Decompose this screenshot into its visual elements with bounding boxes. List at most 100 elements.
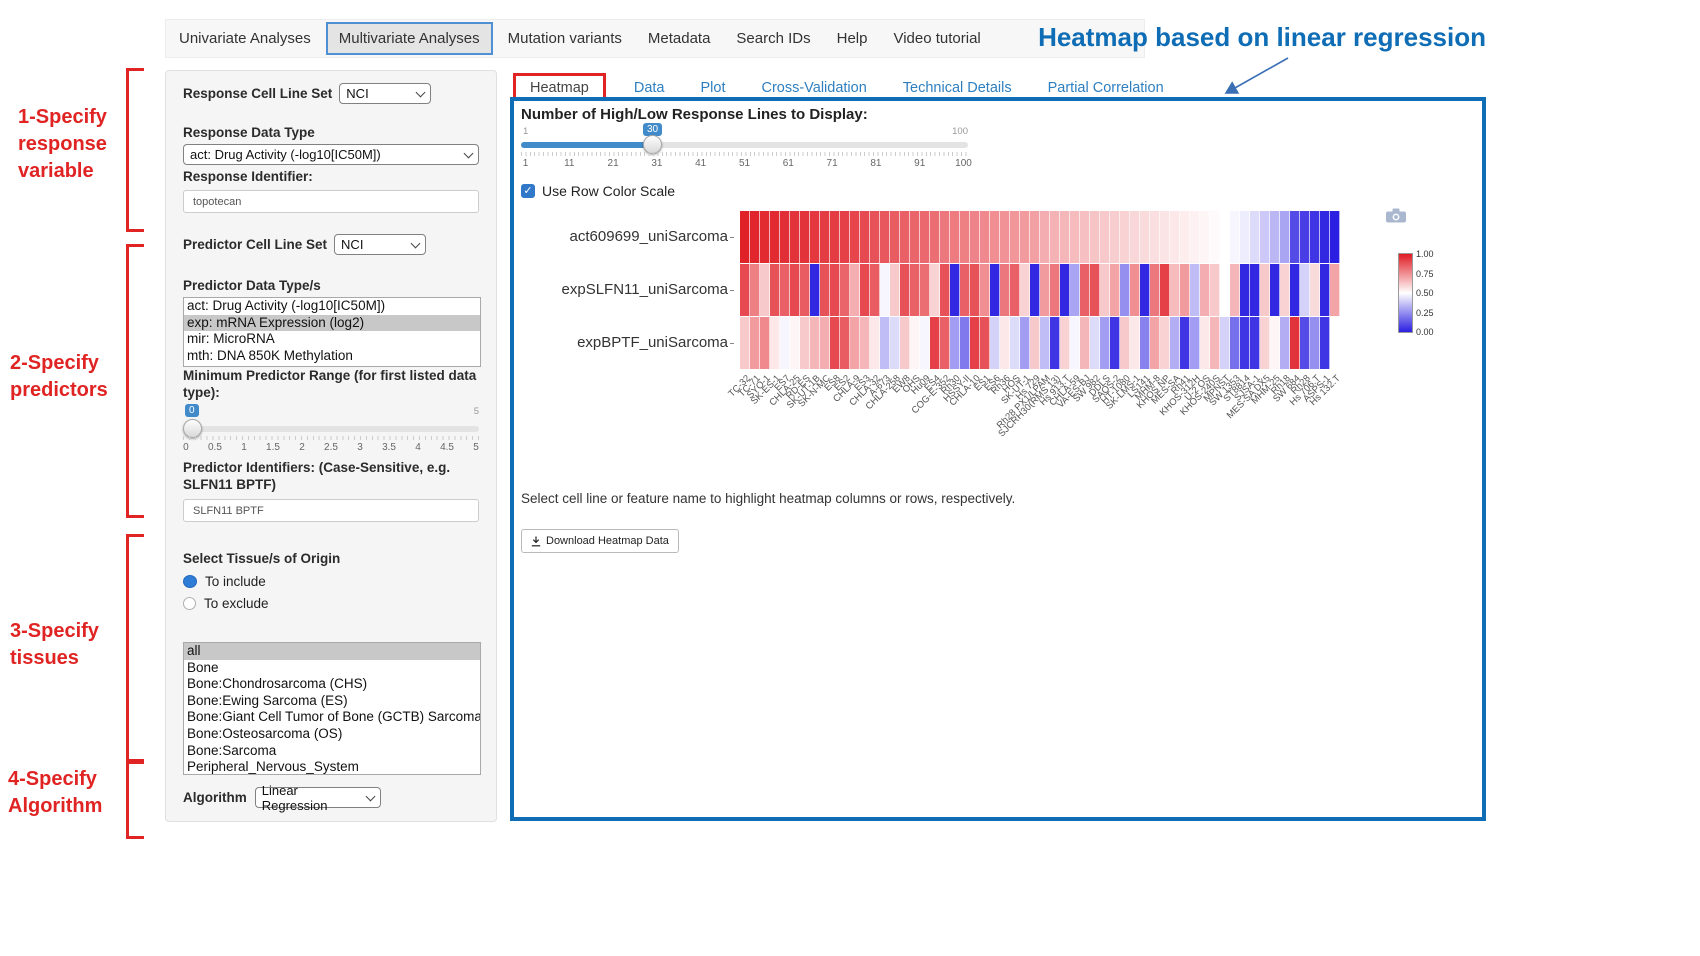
min-range-max-label: 5 [474, 406, 479, 417]
heatmap-cell [1150, 211, 1160, 263]
step-annotation-line: 3-Specify [10, 618, 99, 645]
tick-label-3: 3 [357, 442, 363, 453]
heatmap-cell [1110, 317, 1120, 369]
algorithm-select[interactable]: Linear Regression [255, 787, 381, 808]
heatmap-cell [940, 264, 950, 316]
tissue-radio-to-include[interactable]: To include [183, 572, 479, 590]
tissue-label: Select Tissue/s of Origin [183, 550, 479, 567]
response-cell-line-set-select[interactable]: NCI [339, 83, 431, 104]
step-annotation-line: 2-Specify [10, 350, 108, 377]
heatmap-cell [1240, 264, 1250, 316]
heatmap-hint-text: Select cell line or feature name to high… [521, 491, 1015, 506]
heatmap-row [740, 264, 1340, 316]
heatmap-cell [1300, 264, 1310, 316]
heatmap-panel: Number of High/Low Response Lines to Dis… [510, 97, 1486, 821]
heatmap-cell [1010, 211, 1020, 263]
heatmap-cell [770, 317, 780, 369]
heatmap-cell [930, 317, 940, 369]
nav-item-video-tutorial[interactable]: Video tutorial [880, 30, 993, 47]
heatmap-cell [740, 211, 750, 263]
predictor-data-type-option-act-drug-activity-log10-ic50m[interactable]: act: Drug Activity (-log10[IC50M]) [184, 298, 480, 315]
heatmap-cell [750, 317, 760, 369]
camera-icon[interactable] [1386, 208, 1406, 223]
heatmap-cell [1260, 211, 1270, 263]
tick-label-3.5: 3.5 [382, 442, 396, 453]
nav-item-search-ids[interactable]: Search IDs [723, 30, 823, 47]
heatmap-cell [1080, 264, 1090, 316]
heatmap-cell [1150, 264, 1160, 316]
heatmap-cell [1120, 211, 1130, 263]
predictor-data-type-option-mth-dna-850k-methylation[interactable]: mth: DNA 850K Methylation [184, 348, 480, 365]
heatmap-cell [780, 264, 790, 316]
tick-label-4: 4 [415, 442, 421, 453]
heatmap-cell [1270, 264, 1280, 316]
tissue-option-bone-sarcoma[interactable]: Bone:Sarcoma [184, 743, 480, 760]
nav-item-metadata[interactable]: Metadata [635, 30, 724, 47]
heatmap-cell [1190, 211, 1200, 263]
tissue-listbox[interactable]: allBoneBone:Chondrosarcoma (CHS)Bone:Ewi… [183, 642, 481, 775]
heatmap-cell [1310, 264, 1320, 316]
heatmap-cell [1320, 264, 1330, 316]
predictor-data-type-option-mir-microrna[interactable]: mir: MicroRNA [184, 331, 480, 348]
predictor-data-type-option-exp-mrna-expression-log2[interactable]: exp: mRNA Expression (log2) [184, 315, 480, 332]
nav-item-univariate-analyses[interactable]: Univariate Analyses [166, 30, 324, 47]
heatmap-cell [1290, 264, 1300, 316]
response-cell-line-set-label: Response Cell Line Set [183, 85, 332, 102]
tissue-radio-to-exclude[interactable]: To exclude [183, 594, 479, 612]
heatmap-cell [890, 211, 900, 263]
min-predictor-range-label: Minimum Predictor Range (for first liste… [183, 367, 479, 401]
heatmap-cell [970, 264, 980, 316]
step-annotation-line: variable [18, 158, 107, 185]
nav-item-help[interactable]: Help [824, 30, 881, 47]
heatmap-row-label-expslfn11-unisarcoma[interactable]: expSLFN11_uniSarcoma [522, 281, 734, 298]
heatmap-cell [810, 264, 820, 316]
heatmap-cell [820, 211, 830, 263]
tissue-option-bone-giant-cell-tumor-of-bone-gctb-sarcoma[interactable]: Bone:Giant Cell Tumor of Bone (GCTB) Sar… [184, 709, 480, 726]
slider-track[interactable] [183, 426, 479, 432]
tissue-option-bone-ewing-sarcoma-es[interactable]: Bone:Ewing Sarcoma (ES) [184, 693, 480, 710]
heatmap-cell [1000, 264, 1010, 316]
colorbar-tick-0.00: 0.00 [1416, 327, 1434, 337]
predictor-data-types-listbox[interactable]: act: Drug Activity (-log10[IC50M])exp: m… [183, 297, 481, 367]
heatmap-cell [1300, 317, 1310, 369]
heatmap-cell [1160, 264, 1170, 316]
step-annotation-4: 4-SpecifyAlgorithm [8, 766, 102, 820]
colorbar-tick-0.50: 0.50 [1416, 288, 1434, 298]
tick-label-100: 100 [955, 158, 972, 169]
tissue-option-bone-chondrosarcoma-chs[interactable]: Bone:Chondrosarcoma (CHS) [184, 676, 480, 693]
heatmap-cell [1060, 211, 1070, 263]
heatmap-cell [1130, 264, 1140, 316]
tissue-option-bone-osteosarcoma-os[interactable]: Bone:Osteosarcoma (OS) [184, 726, 480, 743]
response-data-type-select[interactable]: act: Drug Activity (-log10[IC50M]) [183, 144, 479, 165]
nav-item-mutation-variants[interactable]: Mutation variants [495, 30, 635, 47]
tick-label-5: 5 [473, 442, 479, 453]
heatmap-cell [1010, 264, 1020, 316]
row-color-scale-checkbox[interactable]: ✓ [521, 184, 535, 198]
predictor-cell-line-set-select[interactable]: NCI [334, 234, 426, 255]
chevron-down-icon [365, 791, 375, 801]
tissue-option-bone[interactable]: Bone [184, 660, 480, 677]
lines-slider[interactable]: 1 100 30 1112131415161718191100 [521, 125, 968, 173]
heatmap-cell [1120, 264, 1130, 316]
min-predictor-range-slider[interactable]: 0 5 00.511.522.533.544.55 [183, 404, 479, 460]
nav-item-multivariate-analyses[interactable]: Multivariate Analyses [326, 22, 493, 55]
tick-label-71: 71 [827, 158, 838, 169]
heatmap-cell [760, 264, 770, 316]
heatmap-cell [770, 211, 780, 263]
heatmap-row-label-expbptf-unisarcoma[interactable]: expBPTF_uniSarcoma [522, 334, 734, 351]
heatmap-cell [1040, 317, 1050, 369]
tissue-option-peripheral-nervous-system[interactable]: Peripheral_Nervous_System [184, 759, 480, 775]
heatmap-cell [1140, 211, 1150, 263]
tissue-option-all[interactable]: all [184, 643, 480, 660]
predictor-identifiers-input[interactable]: SLFN11 BPTF [183, 499, 479, 522]
heatmap-cell [890, 317, 900, 369]
download-heatmap-data-button[interactable]: Download Heatmap Data [521, 529, 679, 553]
heatmap-cell [880, 264, 890, 316]
heatmap-cell [980, 264, 990, 316]
heatmap-cell [1070, 264, 1080, 316]
heatmap-cell [1170, 317, 1180, 369]
response-identifier-input[interactable]: topotecan [183, 190, 479, 213]
heatmap-cell [920, 264, 930, 316]
heatmap-cell [1260, 264, 1270, 316]
heatmap-row-label-act609699-unisarcoma[interactable]: act609699_uniSarcoma [522, 228, 734, 245]
